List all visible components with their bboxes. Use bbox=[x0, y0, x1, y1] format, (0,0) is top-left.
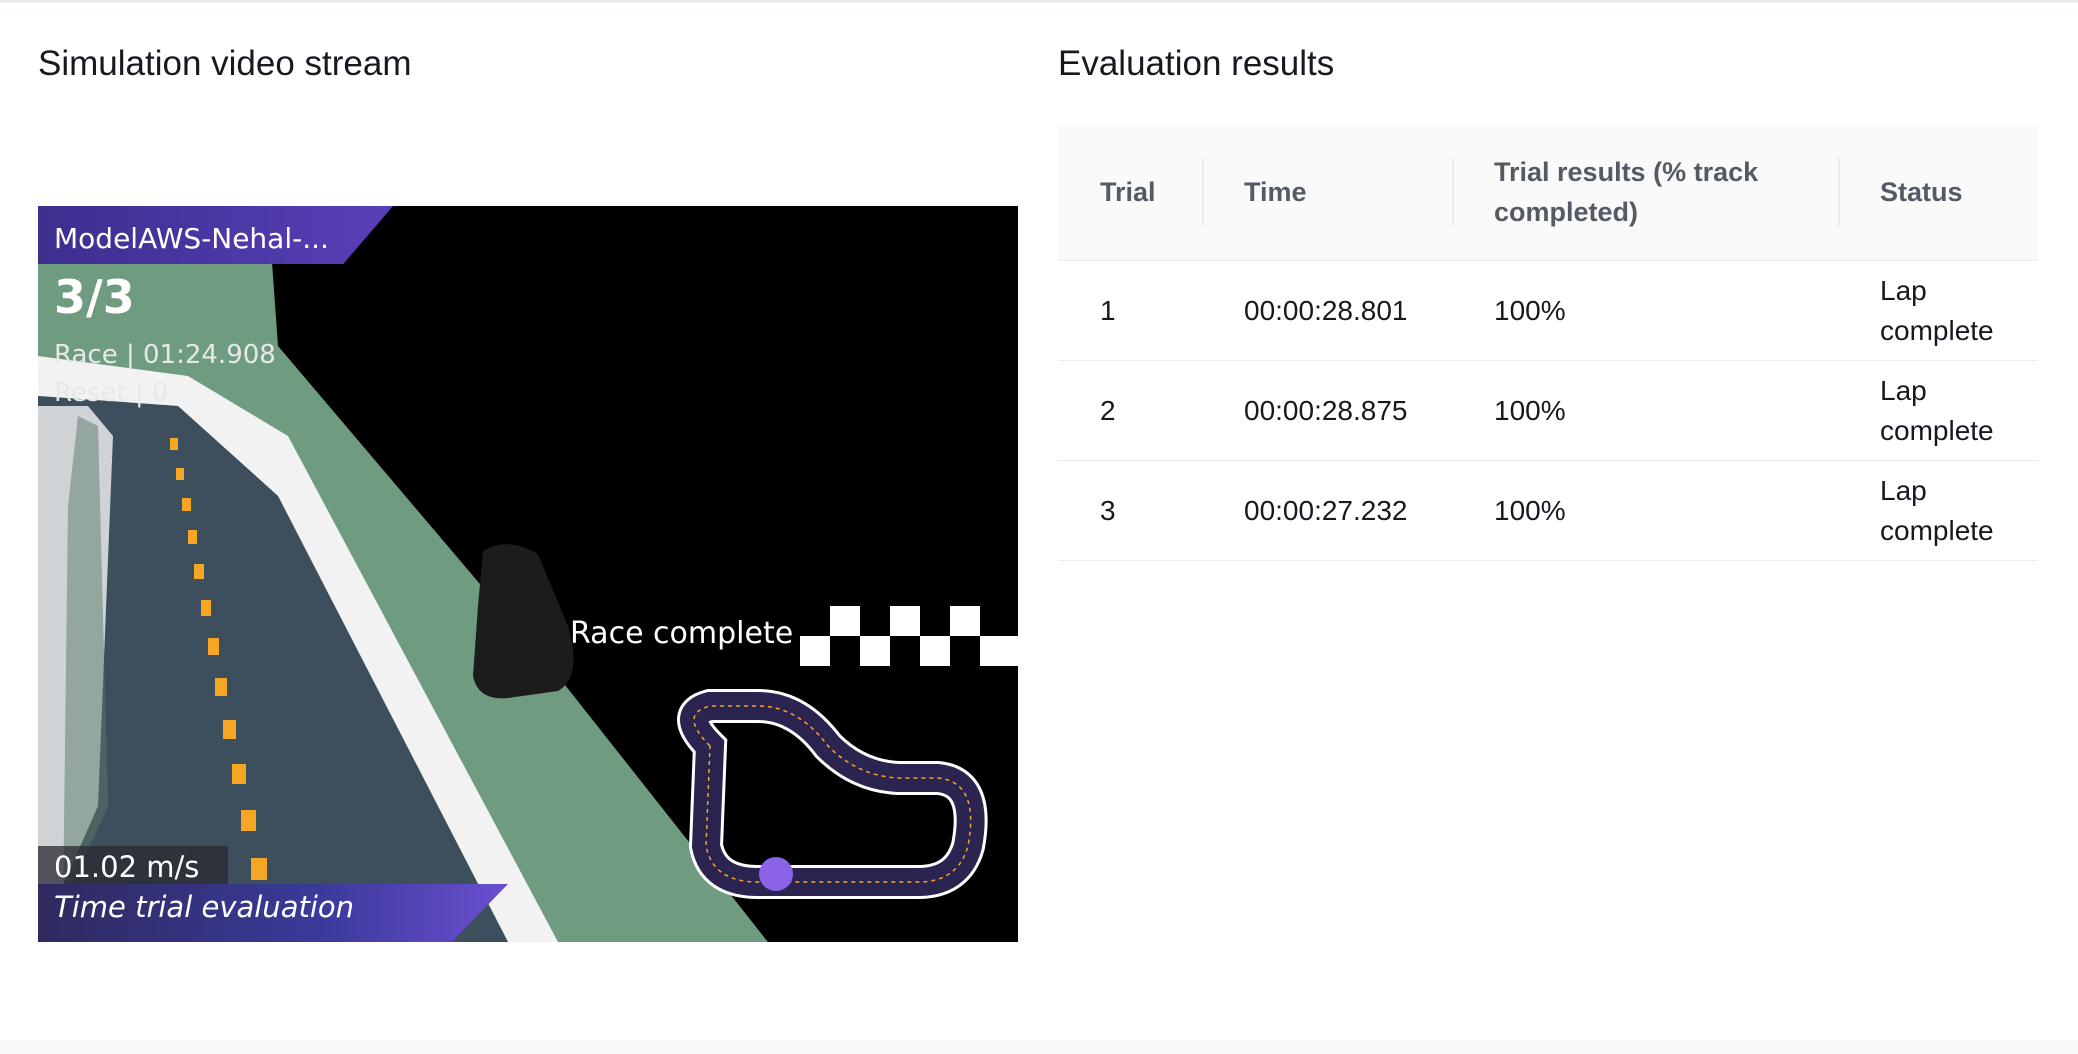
column-separator bbox=[1452, 158, 1454, 226]
speed-readout: 01.02 m/s bbox=[54, 850, 200, 884]
status-cell: Lap complete bbox=[1838, 360, 2038, 461]
reset-count: Reset | 0 bbox=[54, 378, 169, 408]
simulation-video[interactable]: ModelAWS-Nehal-... 3/3 Race | 01:24.908 … bbox=[38, 206, 1018, 942]
trial-cell: 2 bbox=[1058, 360, 1202, 461]
column-header-time[interactable]: Time bbox=[1202, 124, 1452, 261]
race-status: Race complete bbox=[570, 616, 794, 651]
column-separator bbox=[1202, 158, 1204, 226]
result-cell: 100% bbox=[1452, 260, 1838, 361]
time-cell: 00:00:28.801 bbox=[1202, 260, 1452, 361]
simulation-title: Simulation video stream bbox=[38, 44, 412, 83]
table-header-row: Trial Time Trial results (% track comple… bbox=[1058, 124, 2038, 261]
column-header-trial-results[interactable]: Trial results (% track completed) bbox=[1452, 124, 1838, 261]
status-cell: Lap complete bbox=[1838, 260, 2038, 361]
bottom-band bbox=[0, 1040, 2078, 1054]
column-header-status[interactable]: Status bbox=[1838, 124, 2038, 261]
status-cell: Lap complete bbox=[1838, 460, 2038, 561]
evaluation-mode: Time trial evaluation bbox=[54, 890, 355, 924]
time-cell: 00:00:28.875 bbox=[1202, 360, 1452, 461]
table-row: 1 00:00:28.801 100% Lap complete bbox=[1058, 260, 2038, 361]
result-cell: 100% bbox=[1452, 360, 1838, 461]
trial-cell: 1 bbox=[1058, 260, 1202, 361]
table-row: 3 00:00:27.232 100% Lap complete bbox=[1058, 460, 2038, 561]
model-name: ModelAWS-Nehal-... bbox=[54, 222, 329, 255]
column-header-trial[interactable]: Trial bbox=[1058, 124, 1202, 261]
column-separator bbox=[1838, 158, 1840, 226]
lap-count: 3/3 bbox=[54, 270, 135, 324]
evaluation-title: Evaluation results bbox=[1058, 44, 1335, 83]
top-divider bbox=[0, 0, 2078, 3]
race-time: Race | 01:24.908 bbox=[54, 340, 276, 370]
time-cell: 00:00:27.232 bbox=[1202, 460, 1452, 561]
evaluation-table: Trial Time Trial results (% track comple… bbox=[1058, 124, 2038, 561]
trial-cell: 3 bbox=[1058, 460, 1202, 561]
result-cell: 100% bbox=[1452, 460, 1838, 561]
table-row: 2 00:00:28.875 100% Lap complete bbox=[1058, 360, 2038, 461]
track-scene bbox=[38, 206, 1018, 942]
